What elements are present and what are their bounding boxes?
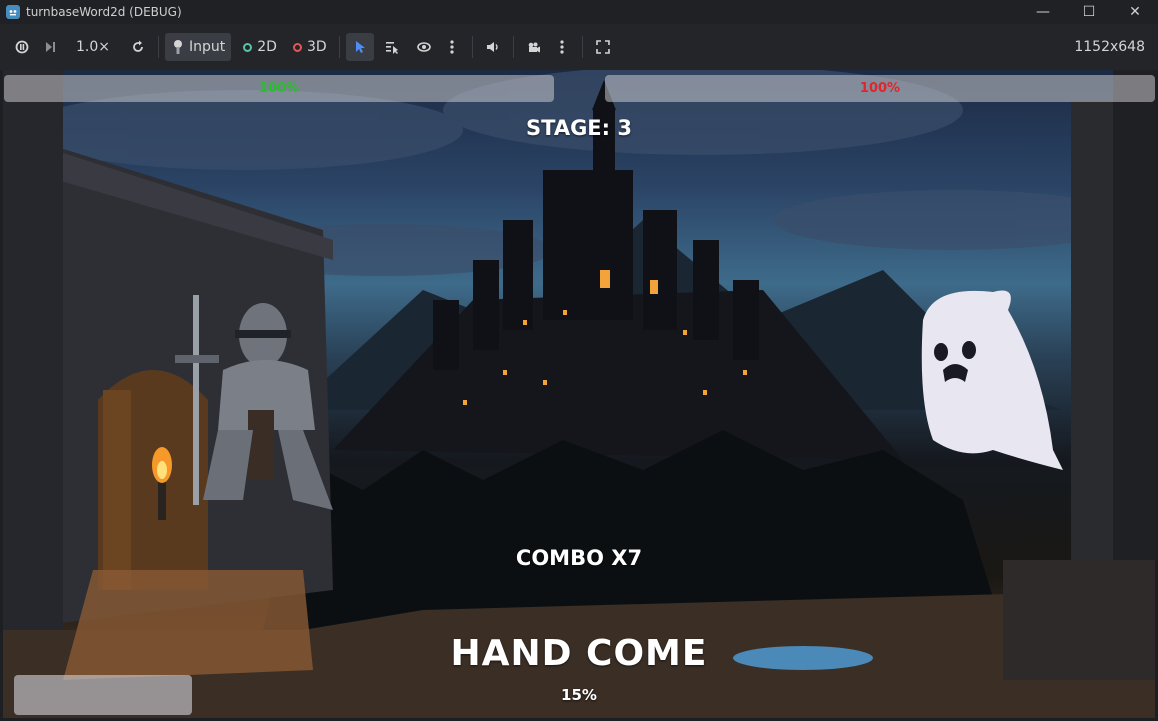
input-toggle-button[interactable]: Input bbox=[165, 33, 232, 61]
godot-app-icon bbox=[6, 5, 20, 19]
player-health-label: 100% bbox=[258, 81, 300, 96]
fullscreen-icon bbox=[595, 40, 610, 54]
list-select-button[interactable] bbox=[378, 33, 406, 61]
speaker-icon bbox=[486, 42, 498, 52]
window-titlebar: turnbaseWord2d (DEBUG) — ☐ ✕ bbox=[0, 0, 1158, 24]
next-frame-icon bbox=[46, 42, 55, 52]
input-toggle-label: Input bbox=[189, 39, 226, 55]
camera-options-button[interactable] bbox=[548, 33, 576, 61]
vertical-dots-icon bbox=[560, 40, 564, 54]
cursor-arrow-icon bbox=[355, 41, 365, 53]
mode-2d-button[interactable]: 2D bbox=[237, 33, 283, 61]
visibility-button[interactable] bbox=[410, 33, 438, 61]
camera-override-button[interactable] bbox=[520, 33, 548, 61]
player-health-bar: 100% bbox=[4, 75, 554, 102]
close-button[interactable]: ✕ bbox=[1112, 0, 1158, 24]
suspend-icon bbox=[15, 40, 29, 54]
ghost-enemy bbox=[921, 290, 1063, 470]
list-cursor-icon bbox=[385, 42, 398, 54]
select-tool-button[interactable] bbox=[345, 33, 374, 61]
ring-2d-icon bbox=[243, 42, 253, 52]
enemy-health-bar: 100% bbox=[605, 75, 1155, 102]
next-frame-button[interactable] bbox=[36, 33, 64, 61]
reset-speed-button[interactable] bbox=[124, 33, 152, 61]
vertical-dots-icon bbox=[450, 40, 454, 54]
suspend-button[interactable] bbox=[8, 33, 36, 61]
more-options-button[interactable] bbox=[438, 33, 466, 61]
typing-input-box[interactable] bbox=[14, 675, 192, 715]
debug-toolbar: 1.0× Input 2D 3D 1152x648 bbox=[0, 24, 1158, 70]
camera-icon bbox=[528, 42, 540, 53]
window-title: turnbaseWord2d (DEBUG) bbox=[26, 5, 182, 19]
ring-3d-icon bbox=[292, 42, 302, 52]
mode-3d-label: 3D bbox=[306, 39, 327, 55]
game-viewport[interactable]: 100% 100% STAGE: 3 COMBO X7 HAND COME 15… bbox=[3, 70, 1155, 718]
reset-icon bbox=[133, 40, 143, 52]
speed-selector[interactable]: 1.0× bbox=[70, 33, 116, 61]
mute-audio-button[interactable] bbox=[479, 33, 507, 61]
maximize-button[interactable]: ☐ bbox=[1066, 0, 1112, 24]
enemy-health-label: 100% bbox=[859, 81, 901, 96]
eye-icon bbox=[416, 42, 431, 52]
viewport-resolution: 1152x648 bbox=[1074, 39, 1145, 55]
background-scene bbox=[3, 70, 1155, 718]
target-word: HAND COME bbox=[450, 633, 708, 674]
mode-3d-button[interactable]: 3D bbox=[287, 33, 333, 61]
minimize-button[interactable]: — bbox=[1020, 0, 1066, 24]
fullscreen-button[interactable] bbox=[589, 33, 617, 61]
mode-2d-label: 2D bbox=[257, 39, 277, 55]
combo-label: COMBO X7 bbox=[515, 546, 643, 570]
joystick-icon bbox=[174, 40, 182, 54]
stage-label: STAGE: 3 bbox=[526, 116, 632, 140]
